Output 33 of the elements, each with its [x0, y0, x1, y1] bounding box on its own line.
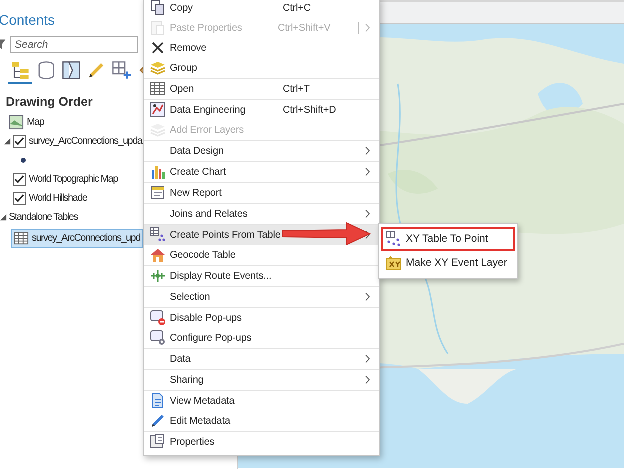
search-field[interactable]: Search [10, 36, 138, 53]
menu-item[interactable]: Disable Pop-ups [144, 307, 379, 328]
tree-item-label[interactable]: Standalone Tables [9, 212, 78, 223]
menu-item[interactable]: Copy Ctrl+C [144, 0, 379, 18]
tree-item-label[interactable]: survey_ArcConnections_upda [29, 136, 142, 147]
menu-item[interactable]: Data Design [144, 140, 379, 161]
menu-item[interactable]: Edit Metadata [144, 411, 379, 431]
menu-item[interactable]: Data Engineering Ctrl+Shift+D [144, 99, 379, 120]
menu-item[interactable]: XY Table To Point [381, 227, 515, 251]
shortcut-text: Ctrl+Shift+D [283, 104, 338, 116]
menu-item[interactable]: Create Chart [144, 161, 379, 182]
shortcut-text: Ctrl+T [283, 84, 311, 94]
menu-item[interactable]: Remove [144, 38, 379, 58]
menu-item[interactable]: Open Ctrl+T [144, 78, 379, 99]
menu-item[interactable]: Make XY Event Layer [381, 251, 515, 275]
menu-item[interactable]: Geocode Table [144, 245, 379, 265]
pane-title: Contents [0, 11, 56, 30]
menu-item[interactable]: Display Route Events... [144, 265, 379, 286]
menu-item[interactable]: Selection [144, 286, 379, 307]
menu-item[interactable]: Properties [144, 431, 379, 452]
tree-item-label[interactable]: World Topographic Map [29, 174, 118, 185]
tree-item-label[interactable]: World Hillshade [29, 193, 88, 204]
menu-item[interactable]: New Report [144, 182, 379, 203]
menu-item[interactable]: Sharing [144, 369, 379, 390]
tree-item-label[interactable]: Map [27, 117, 44, 128]
menu-item[interactable]: View Metadata [144, 390, 379, 411]
menu-item[interactable]: Group [144, 58, 379, 78]
shortcut-text: Ctrl+Shift+V [278, 22, 332, 34]
menu-item[interactable]: Data [144, 348, 379, 369]
shortcut-text: Ctrl+C [283, 2, 312, 14]
section-heading: Drawing Order [6, 95, 94, 109]
table-item[interactable]: survey_ArcConnections_upd [11, 228, 143, 248]
menu-item[interactable]: Configure Pop-ups [144, 328, 379, 348]
